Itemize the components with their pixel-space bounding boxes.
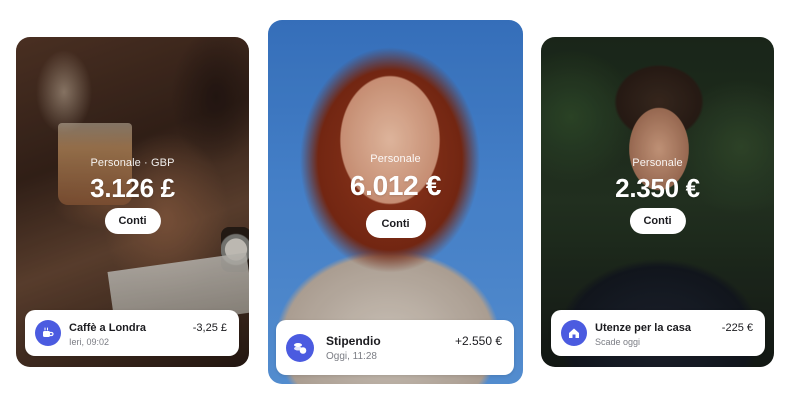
transaction-item[interactable]: Stipendio Oggi, 11:28 +2.550 €	[276, 320, 514, 375]
account-balance: 6.012 €	[349, 170, 442, 201]
accounts-button[interactable]: Conti	[365, 210, 426, 238]
accounts-button[interactable]: Conti	[629, 208, 686, 234]
transaction-time: Oggi, 11:28	[326, 351, 377, 362]
transaction-name: Caffè a Londra	[69, 322, 147, 334]
transaction-item[interactable]: Caffè a Londra Ieri, 09:02 -3,25 £	[25, 310, 239, 356]
transaction-item[interactable]: Utenze per la casa Scade oggi -225 €	[551, 310, 765, 356]
coins-icon	[286, 333, 314, 362]
account-label: Personale	[370, 153, 421, 165]
account-balance: 2.350 €	[615, 173, 700, 203]
transaction-amount: -3,25 £	[192, 322, 227, 334]
coffee-cup-icon	[35, 320, 61, 346]
account-balance: 3.126 £	[90, 173, 175, 203]
account-label: Personale · GBP	[90, 157, 175, 169]
house-icon	[561, 320, 587, 346]
accounts-button[interactable]: Conti	[104, 208, 161, 234]
transaction-time: Ieri, 09:02	[69, 337, 110, 347]
transaction-name: Utenze per la casa	[595, 322, 691, 334]
transaction-amount: +2.550 €	[454, 334, 502, 348]
transaction-amount: -225 €	[721, 322, 753, 334]
transaction-name: Stipendio	[326, 334, 381, 348]
transaction-due: Scade oggi	[595, 337, 641, 347]
account-label: Personale	[632, 157, 683, 169]
